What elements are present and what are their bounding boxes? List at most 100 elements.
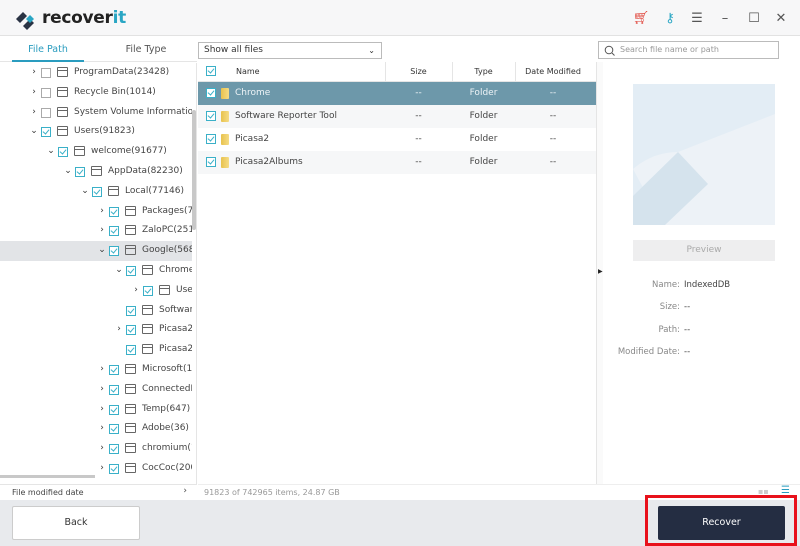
chevron-right-icon[interactable]: › (98, 225, 106, 235)
tree-checkbox[interactable] (58, 147, 68, 158)
tree-checkbox[interactable] (143, 285, 153, 296)
folder-icon (125, 403, 136, 414)
tree-checkbox[interactable] (41, 68, 51, 78)
tree-checkbox[interactable] (126, 305, 136, 316)
tree-item[interactable]: › Picasa2( (0, 320, 192, 340)
chevron-down-icon[interactable]: ⌄ (81, 186, 89, 196)
minimize-icon[interactable]: – (716, 9, 734, 27)
column-name[interactable]: Name (236, 67, 260, 76)
tree-checkbox[interactable] (109, 424, 119, 435)
tree-item[interactable]: ⌄ Google(5687 (0, 241, 192, 262)
row-checkbox[interactable] (206, 134, 216, 144)
table-row[interactable]: Picasa2Albums -- Folder -- (198, 151, 596, 174)
brand-main: recover (42, 8, 113, 28)
file-size: -- (415, 157, 422, 167)
tree-checkbox[interactable] (126, 266, 136, 276)
chevron-right-icon[interactable]: › (115, 324, 123, 334)
folder-icon (221, 157, 229, 168)
chevron-right-icon[interactable]: › (98, 206, 106, 216)
tree-checkbox[interactable] (92, 186, 102, 197)
tree-item[interactable]: › Use (0, 281, 192, 301)
file-size: -- (415, 111, 422, 121)
menu-icon[interactable]: ☰ (688, 9, 706, 27)
column-size[interactable]: Size (385, 67, 452, 76)
preview-panel-toggle[interactable]: ▶ (596, 62, 603, 484)
chevron-down-icon[interactable]: ⌄ (115, 265, 123, 275)
chevron-right-icon[interactable]: › (30, 87, 38, 97)
tree-item[interactable]: ⌄ Chrome( (0, 261, 192, 281)
column-type[interactable]: Type (452, 67, 515, 76)
tree-checkbox[interactable] (109, 246, 119, 257)
tree-checkbox[interactable] (109, 464, 119, 474)
table-row[interactable]: Software Reporter Tool -- Folder -- (198, 105, 596, 128)
tree-item[interactable]: › chromium(1! (0, 439, 192, 459)
tree-item[interactable]: › Recycle Bin(1014) (0, 83, 192, 103)
tree-item-label: Local(77146) (125, 185, 184, 196)
chevron-right-icon[interactable]: › (98, 364, 106, 374)
chevron-right-icon[interactable]: › (132, 285, 140, 295)
row-checkbox[interactable] (206, 111, 216, 121)
tree-item[interactable]: › ProgramData(23428) (0, 63, 192, 83)
tree-item[interactable]: › Temp(647) (0, 400, 192, 420)
tree-checkbox[interactable] (109, 206, 119, 217)
file-modified-date-filter[interactable]: File modified date › (0, 484, 197, 500)
tree-item[interactable]: ⌄ Local(77146) (0, 182, 192, 202)
select-all-checkbox[interactable] (206, 66, 216, 76)
row-checkbox[interactable] (206, 88, 216, 98)
file-filter-select[interactable]: Show all files ⌄ (198, 42, 382, 59)
search-icon (604, 45, 615, 56)
recover-button[interactable]: Recover (658, 506, 785, 540)
search-input[interactable]: Search file name or path (598, 41, 779, 59)
tree-item[interactable]: › Adobe(36) (0, 419, 192, 439)
chevron-down-icon[interactable]: ⌄ (30, 126, 38, 136)
tree-item[interactable]: ⌄ Users(91823) (0, 122, 192, 142)
tree-item[interactable]: › Microsoft(14 (0, 360, 192, 380)
tree-item[interactable]: Picasa2/ (0, 340, 192, 360)
maximize-icon[interactable]: ☐ (745, 9, 763, 27)
back-button[interactable]: Back (12, 506, 140, 540)
tree-vertical-scrollbar[interactable] (192, 110, 196, 230)
tree-item[interactable]: ⌄ AppData(82230) (0, 162, 192, 182)
tree-checkbox[interactable] (126, 345, 136, 356)
tree-horizontal-scrollbar[interactable] (0, 475, 95, 478)
tab-file-type[interactable]: File Type (110, 38, 182, 62)
chevron-right-icon[interactable]: › (98, 404, 106, 414)
tree-checkbox[interactable] (109, 404, 119, 415)
column-date-modified[interactable]: Date Modified (515, 67, 591, 76)
table-row[interactable]: Chrome -- Folder -- (198, 82, 596, 105)
chevron-right-icon[interactable]: › (30, 67, 38, 77)
tree-checkbox[interactable] (126, 325, 136, 336)
tree-checkbox[interactable] (75, 167, 85, 177)
chevron-right-icon[interactable]: › (30, 107, 38, 117)
tree-checkbox[interactable] (109, 444, 119, 455)
close-icon[interactable]: ✕ (772, 9, 790, 27)
file-type: Folder (469, 111, 498, 121)
preview-button[interactable]: Preview (633, 240, 775, 261)
tree-checkbox[interactable] (41, 107, 51, 118)
tree-item[interactable]: › ZaloPC(2512 (0, 221, 192, 241)
chevron-down-icon[interactable]: ⌄ (64, 166, 72, 176)
tree-checkbox[interactable] (109, 226, 119, 237)
tab-file-path[interactable]: File Path (12, 38, 84, 62)
row-checkbox[interactable] (206, 157, 216, 167)
tree-checkbox[interactable] (41, 127, 51, 138)
table-row[interactable]: Picasa2 -- Folder -- (198, 128, 596, 151)
tree-checkbox[interactable] (109, 384, 119, 395)
tree-checkbox[interactable] (41, 87, 51, 98)
tree-item[interactable]: › Packages(77 (0, 202, 192, 222)
tree-item-label: Packages(77 (142, 205, 192, 216)
chevron-down-icon[interactable]: ⌄ (98, 245, 106, 255)
tree-item[interactable]: ⌄ welcome(91677) (0, 142, 192, 162)
chevron-right-icon[interactable]: › (98, 443, 106, 453)
chevron-right-icon[interactable]: › (98, 423, 106, 433)
tree-item[interactable]: › System Volume Information(4( (0, 103, 192, 123)
chevron-down-icon[interactable]: ⌄ (47, 146, 55, 156)
tree-item[interactable]: Software (0, 301, 192, 321)
cart-icon[interactable]: 🛒︎ (632, 9, 650, 27)
folder-icon (125, 364, 136, 374)
tree-item[interactable]: › ConnectedD (0, 380, 192, 400)
chevron-right-icon[interactable]: › (98, 384, 106, 394)
chevron-right-icon[interactable]: › (98, 463, 106, 473)
tree-checkbox[interactable] (109, 365, 119, 375)
key-icon[interactable]: ⚷ (661, 9, 679, 27)
